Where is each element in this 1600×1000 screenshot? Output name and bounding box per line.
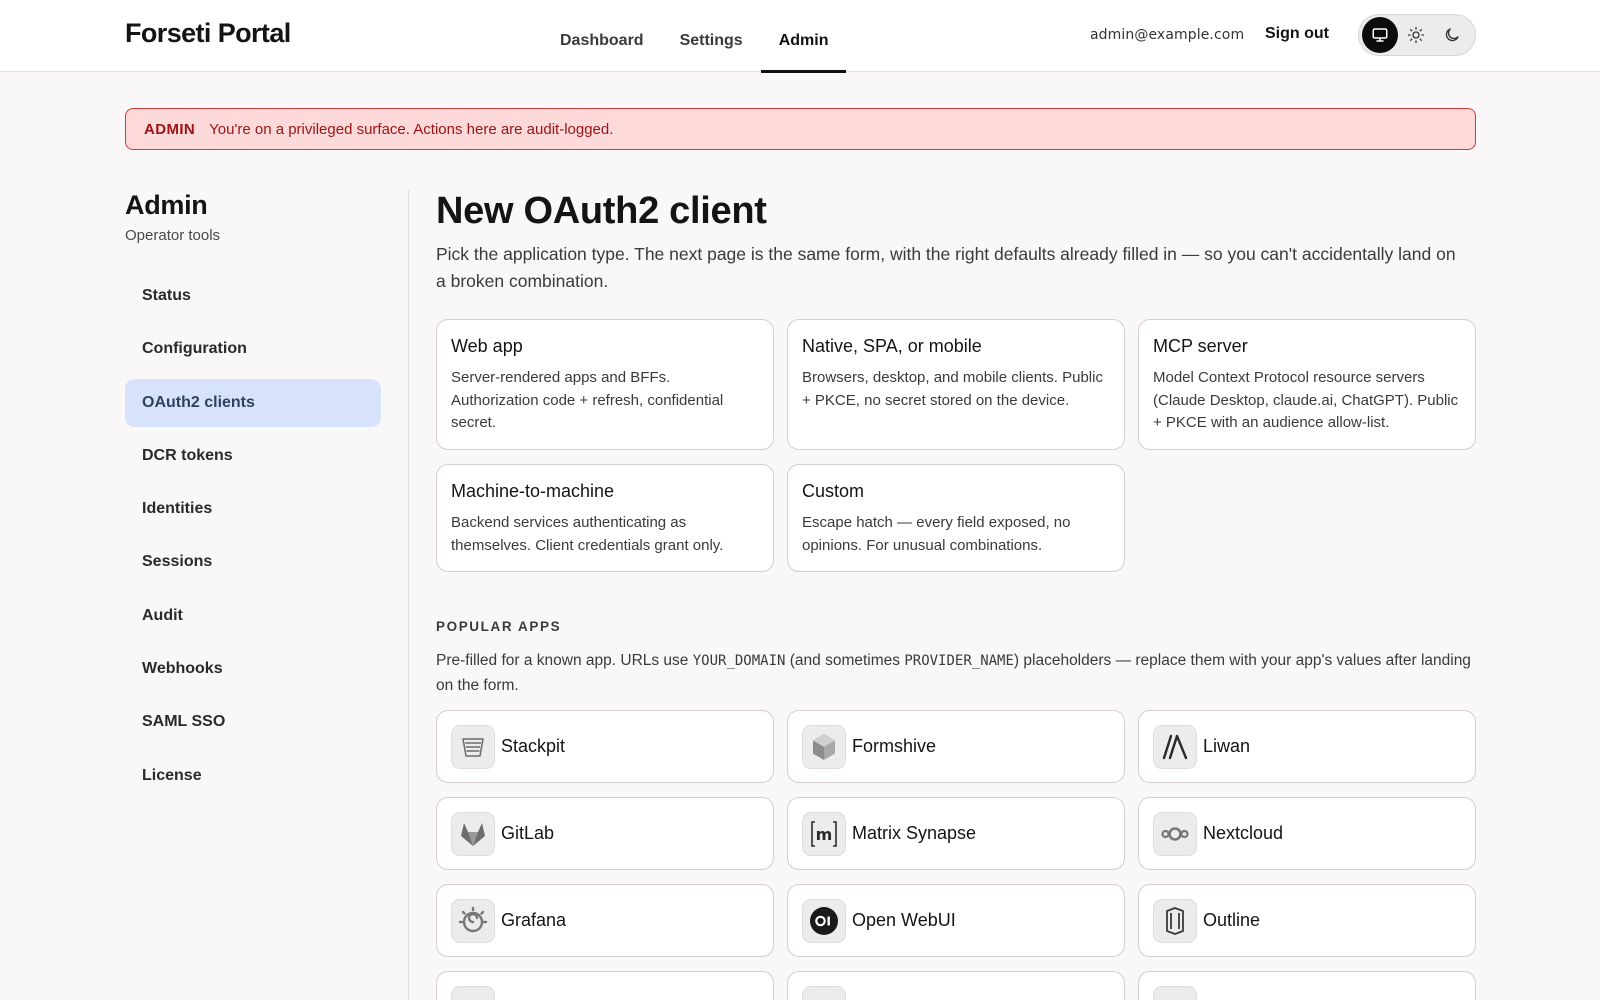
page-title: New OAuth2 client: [436, 190, 767, 232]
client-type-grid: Web app Server-rendered apps and BFFs. A…: [436, 319, 1476, 575]
app-icon-partial: [802, 985, 846, 1000]
formshive-icon: [802, 724, 846, 769]
type-card-desc: Escape hatch — every field exposed, no o…: [802, 514, 1071, 554]
sidebar-item-configuration[interactable]: Configuration: [125, 325, 381, 373]
theme-light-button[interactable]: [1398, 17, 1434, 53]
app-card-liwan[interactable]: Liwan: [1138, 710, 1476, 783]
type-card-name: Native, SPA, or mobile: [802, 336, 982, 356]
type-card-native-spa-mobile[interactable]: Native, SPA, or mobile Browsers, desktop…: [787, 319, 1125, 450]
svg-text:m: m: [816, 825, 833, 844]
type-card-machine-to-machine[interactable]: Machine-to-machine Backend services auth…: [436, 464, 774, 572]
nav-admin[interactable]: Admin: [760, 0, 847, 73]
type-card-name: MCP server: [1153, 336, 1248, 356]
nav-settings[interactable]: Settings: [662, 0, 761, 72]
sidebar-item-identities[interactable]: Identities: [125, 485, 381, 533]
type-card-desc: Server-rendered apps and BFFs. Authoriza…: [451, 369, 724, 431]
type-card-custom[interactable]: Custom Escape hatch — every field expose…: [787, 464, 1125, 572]
sidebar-item-webhooks[interactable]: Webhooks: [125, 645, 381, 693]
liwan-icon: [1153, 724, 1197, 769]
sidebar-item-oauth2-clients[interactable]: OAuth2 clients: [125, 378, 381, 427]
sidebar-item-dcr-tokens[interactable]: DCR tokens: [125, 432, 381, 480]
admin-warning-banner: ADMIN You're on a privileged surface. Ac…: [125, 108, 1476, 150]
sidebar-subtitle: Operator tools: [125, 227, 221, 244]
app-card-formshive[interactable]: Formshive: [787, 710, 1125, 783]
app-name: Matrix Synapse: [852, 823, 977, 843]
app-card-matrix-synapse[interactable]: m Matrix Synapse: [787, 797, 1125, 870]
theme-toggle: [1358, 14, 1476, 56]
desc-part: (and sometimes: [785, 652, 905, 669]
app-icon-partial: [1153, 985, 1197, 1000]
app-card-outline[interactable]: Outline: [1138, 884, 1476, 957]
stackpit-icon: [451, 724, 495, 769]
placeholder-domain-code: YOUR_DOMAIN: [692, 653, 786, 669]
app-card-stackpit[interactable]: Stackpit: [436, 710, 774, 783]
page-description: Pick the application type. The next page…: [436, 244, 1456, 291]
sun-icon: [1407, 26, 1425, 44]
popular-apps-description: Pre-filled for a known app. URLs use YOU…: [436, 649, 1476, 698]
desc-part: Pre-filled for a known app. URLs use: [436, 652, 693, 669]
type-card-desc: Browsers, desktop, and mobile clients. P…: [802, 369, 1103, 409]
admin-sidebar: Admin Operator tools Status Configuratio…: [125, 190, 381, 805]
banner-tag: ADMIN: [144, 120, 196, 138]
theme-system-button[interactable]: [1362, 17, 1398, 53]
main-content: New OAuth2 client Pick the application t…: [436, 190, 1476, 1000]
grafana-icon: [451, 898, 495, 943]
user-email: admin@example.com: [1090, 27, 1245, 43]
top-header: Forseti Portal Dashboard Settings Admin …: [0, 0, 1600, 73]
app-card-partial[interactable]: [436, 971, 774, 1000]
type-card-desc: Model Context Protocol resource servers …: [1153, 369, 1459, 431]
banner-text: You're on a privileged surface. Actions …: [209, 120, 614, 138]
sidebar-divider: [408, 190, 409, 1000]
app-card-grafana[interactable]: Grafana: [436, 884, 774, 957]
main-nav: Dashboard Settings Admin: [542, 0, 847, 73]
matrix-icon: m: [802, 811, 846, 856]
app-card-gitlab[interactable]: GitLab: [436, 797, 774, 870]
app-card-partial[interactable]: [787, 971, 1125, 1000]
type-card-web-app[interactable]: Web app Server-rendered apps and BFFs. A…: [436, 319, 774, 450]
outline-icon: [1153, 898, 1197, 943]
app-name: GitLab: [501, 823, 555, 843]
sign-out-button[interactable]: Sign out: [1265, 25, 1329, 43]
nav-dashboard[interactable]: Dashboard: [542, 0, 662, 72]
app-card-open-webui[interactable]: Open WebUI: [787, 884, 1125, 957]
app-icon-partial: [451, 985, 495, 1000]
nextcloud-icon: [1153, 811, 1197, 856]
sidebar-title: Admin: [125, 190, 208, 220]
type-card-desc: Backend services authenticating as thems…: [451, 514, 724, 554]
moon-icon: [1445, 28, 1459, 42]
app-name: Liwan: [1203, 736, 1251, 756]
app-name: Formshive: [852, 736, 937, 756]
app-name: Open WebUI: [852, 910, 956, 930]
app-name: Grafana: [501, 910, 567, 930]
sidebar-item-license[interactable]: License: [125, 752, 381, 800]
sidebar-item-status[interactable]: Status: [125, 272, 381, 320]
app-card-nextcloud[interactable]: Nextcloud: [1138, 797, 1476, 870]
brand-logo[interactable]: Forseti Portal: [125, 18, 291, 49]
app-card-partial[interactable]: [1138, 971, 1476, 1000]
gitlab-icon: [451, 811, 495, 856]
placeholder-provider-code: PROVIDER_NAME: [904, 653, 1014, 669]
sidebar-item-audit[interactable]: Audit: [125, 592, 381, 640]
type-card-name: Custom: [802, 481, 865, 501]
openwebui-icon: [802, 898, 846, 943]
sidebar-item-sessions[interactable]: Sessions: [125, 538, 381, 586]
theme-dark-button[interactable]: [1434, 17, 1470, 53]
monitor-icon: [1372, 28, 1388, 42]
type-card-name: Web app: [451, 336, 523, 356]
sidebar-item-saml-sso[interactable]: SAML SSO: [125, 698, 381, 746]
popular-apps-heading: POPULAR APPS: [436, 619, 562, 634]
app-name: Stackpit: [501, 736, 566, 756]
sidebar-menu: Status Configuration OAuth2 clients DCR …: [125, 272, 381, 800]
app-name: Nextcloud: [1203, 823, 1284, 843]
app-name: Outline: [1203, 910, 1261, 930]
type-card-mcp-server[interactable]: MCP server Model Context Protocol resour…: [1138, 319, 1476, 450]
type-card-name: Machine-to-machine: [451, 481, 615, 501]
